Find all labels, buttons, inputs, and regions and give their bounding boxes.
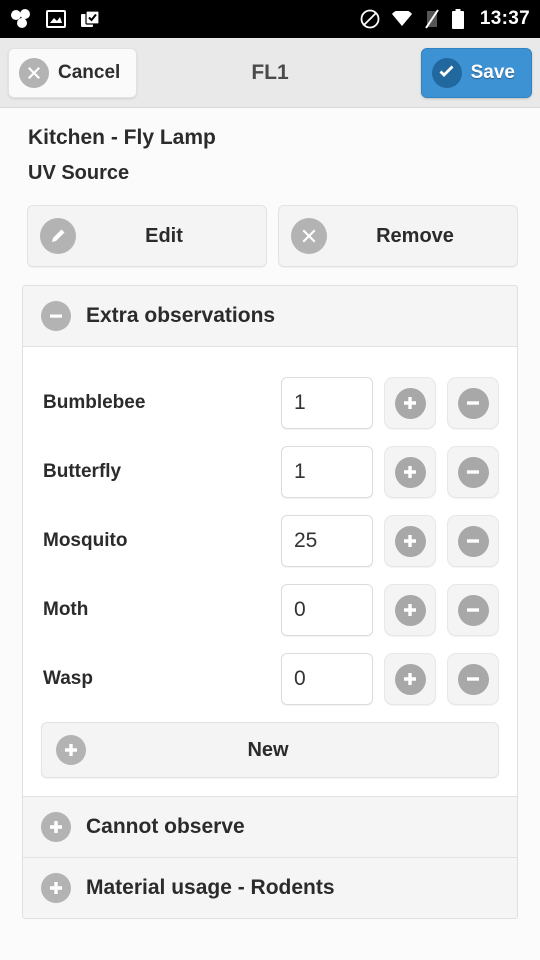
page-heading: Kitchen - Fly Lamp UV Source bbox=[0, 108, 540, 191]
page-subtitle: UV Source bbox=[28, 162, 130, 184]
decrement-button[interactable] bbox=[447, 515, 499, 567]
plus-circle-icon bbox=[41, 812, 71, 842]
minus-circle-icon bbox=[41, 301, 71, 331]
decrement-button[interactable] bbox=[447, 446, 499, 498]
increment-button[interactable] bbox=[384, 653, 436, 705]
clipboard-check-icon bbox=[80, 9, 100, 29]
action-bar: Cancel FL1 Save bbox=[0, 38, 540, 108]
increment-button[interactable] bbox=[384, 515, 436, 567]
close-circle-icon bbox=[19, 57, 49, 88]
cancel-button[interactable]: Cancel bbox=[8, 47, 138, 98]
do-not-disturb-icon bbox=[360, 9, 380, 29]
minus-circle-icon bbox=[457, 456, 489, 488]
image-icon bbox=[46, 10, 66, 28]
observation-row: Bumblebee bbox=[41, 377, 499, 429]
page-title: Kitchen - Fly Lamp bbox=[28, 126, 216, 149]
observation-row: Moth bbox=[41, 584, 499, 636]
minus-circle-icon bbox=[457, 387, 489, 419]
new-observation-label: New bbox=[247, 738, 289, 761]
plus-circle-icon bbox=[394, 456, 426, 488]
increment-button[interactable] bbox=[384, 446, 436, 498]
observation-count-input[interactable] bbox=[281, 584, 373, 636]
observation-row: Butterfly bbox=[41, 446, 499, 498]
decrement-button[interactable] bbox=[447, 377, 499, 429]
plus-circle-icon bbox=[394, 594, 426, 626]
close-circle-icon bbox=[291, 218, 327, 254]
signal-off-icon bbox=[424, 9, 440, 29]
plus-circle-icon bbox=[394, 387, 426, 419]
check-circle-icon bbox=[431, 57, 462, 88]
observation-row: Mosquito bbox=[41, 515, 499, 567]
section-label: Material usage - Rodents bbox=[86, 876, 335, 899]
observation-label: Bumblebee bbox=[43, 392, 146, 413]
remove-button-label: Remove bbox=[376, 224, 454, 247]
edit-button[interactable]: Edit bbox=[27, 205, 267, 267]
battery-icon bbox=[451, 8, 465, 30]
new-observation-button[interactable]: New bbox=[41, 722, 499, 778]
status-bar-left-icons bbox=[10, 9, 100, 29]
increment-button[interactable] bbox=[384, 584, 436, 636]
status-bar: 13:37 bbox=[0, 0, 540, 38]
section-header-cannot-observe[interactable]: Cannot observe bbox=[23, 796, 517, 858]
content-area: Kitchen - Fly Lamp UV Source Edit Remove… bbox=[0, 108, 540, 960]
section-label: Extra observations bbox=[86, 304, 276, 327]
observation-label: Wasp bbox=[43, 668, 93, 689]
observation-count-input[interactable] bbox=[281, 377, 373, 429]
remove-button[interactable]: Remove bbox=[278, 205, 518, 267]
plus-circle-icon bbox=[56, 735, 86, 765]
edit-button-label: Edit bbox=[145, 224, 183, 247]
minus-circle-icon bbox=[457, 525, 489, 557]
observation-count-input[interactable] bbox=[281, 653, 373, 705]
apps-cluster-icon bbox=[10, 9, 32, 29]
observation-label: Mosquito bbox=[43, 530, 128, 551]
wifi-icon bbox=[391, 11, 413, 27]
save-button-label: Save bbox=[470, 61, 515, 83]
cancel-button-label: Cancel bbox=[58, 61, 121, 83]
section-body-extra-observations: Bumblebee Butterfly bbox=[23, 347, 517, 796]
observation-count-input[interactable] bbox=[281, 515, 373, 567]
increment-button[interactable] bbox=[384, 377, 436, 429]
section-header-material-usage-rodents[interactable]: Material usage - Rodents bbox=[23, 858, 517, 918]
action-button-row: Edit Remove bbox=[0, 191, 540, 267]
observation-label: Butterfly bbox=[43, 461, 122, 482]
section-label: Cannot observe bbox=[86, 815, 245, 838]
decrement-button[interactable] bbox=[447, 584, 499, 636]
minus-circle-icon bbox=[457, 663, 489, 695]
plus-circle-icon bbox=[394, 525, 426, 557]
plus-circle-icon bbox=[394, 663, 426, 695]
observation-row: Wasp bbox=[41, 653, 499, 705]
pencil-icon bbox=[40, 218, 76, 254]
observation-label: Moth bbox=[43, 599, 89, 620]
save-button[interactable]: Save bbox=[420, 47, 532, 98]
decrement-button[interactable] bbox=[447, 653, 499, 705]
status-bar-right-icons: 13:37 bbox=[360, 8, 530, 30]
sections-card: Extra observations Bumblebee Butter bbox=[22, 285, 518, 919]
status-bar-clock: 13:37 bbox=[479, 8, 530, 29]
plus-circle-icon bbox=[41, 873, 71, 903]
section-header-extra-observations[interactable]: Extra observations bbox=[23, 286, 517, 347]
minus-circle-icon bbox=[457, 594, 489, 626]
observation-count-input[interactable] bbox=[281, 446, 373, 498]
